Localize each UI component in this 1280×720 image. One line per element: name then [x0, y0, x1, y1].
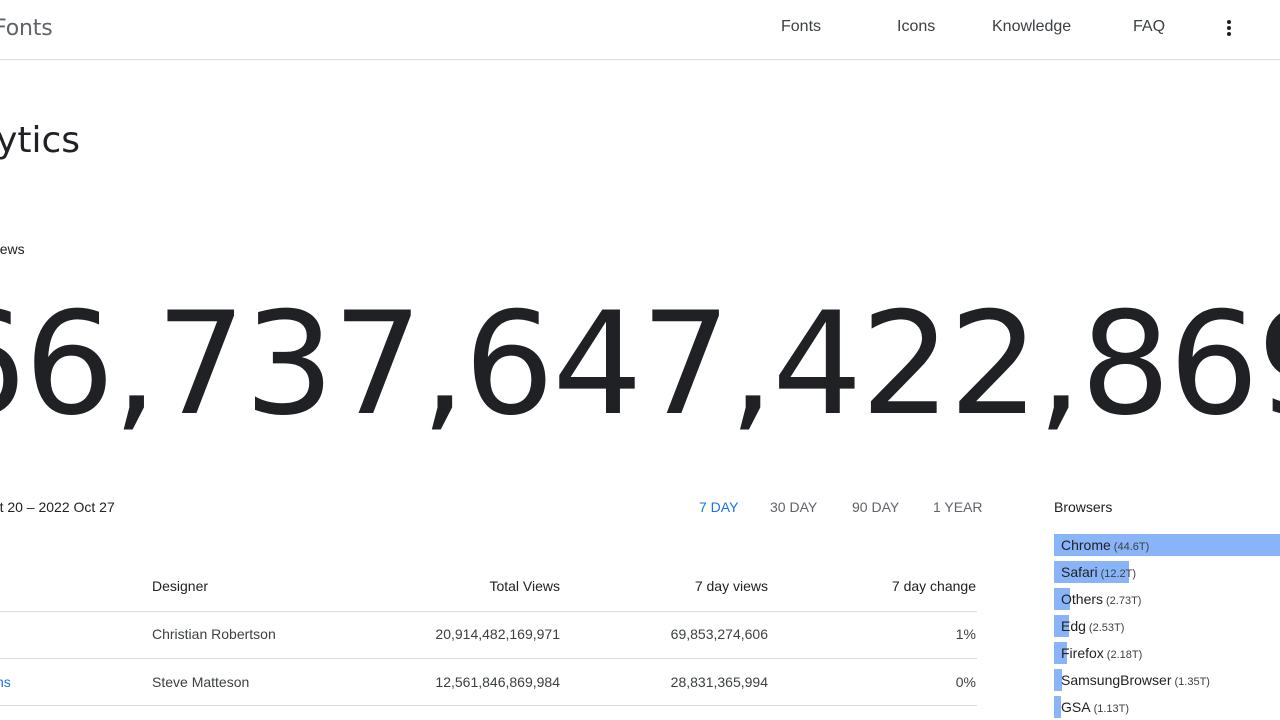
browsers-title: Browsers: [1054, 499, 1113, 515]
browser-row-edge: Edg (2.53T): [1054, 615, 1280, 637]
row-divider: [0, 705, 977, 706]
browser-row-samsung: SamsungBrowser (1.35T): [1054, 669, 1280, 691]
page-title: alytics: [0, 120, 81, 161]
browser-row-safari: Safari (12.2T): [1054, 561, 1280, 583]
total-views-cell: 20,914,482,169,971: [435, 626, 560, 642]
browser-count: (44.6T): [1113, 541, 1150, 553]
7-day-views-cell: 69,853,274,606: [670, 626, 768, 642]
column-header-designer[interactable]: Designer: [152, 578, 208, 594]
browser-name: Chrome: [1061, 537, 1111, 553]
column-header-total-views[interactable]: Total Views: [489, 578, 560, 594]
designer-cell: Steve Matteson: [152, 674, 250, 690]
family-cell[interactable]: ns: [0, 674, 11, 690]
tab-1-year[interactable]: 1 YEAR: [933, 499, 983, 515]
browser-count: (1.13T): [1093, 703, 1130, 715]
7-day-views-cell: 28,831,365,994: [670, 674, 768, 690]
nav-icons[interactable]: Icons: [897, 18, 935, 36]
browser-name: Firefox: [1061, 645, 1104, 661]
browser-count: (2.53T): [1088, 622, 1125, 634]
brand-logo[interactable]: e Fonts: [0, 16, 53, 41]
browser-bar: [1054, 696, 1061, 718]
browser-name: Edg: [1061, 618, 1086, 634]
browser-name: GSA: [1061, 699, 1091, 715]
designer-cell: Christian Robertson: [152, 626, 276, 642]
header-divider: [0, 611, 977, 612]
browser-row-gsa: GSA (1.13T): [1054, 696, 1280, 718]
nav-faq[interactable]: FAQ: [1133, 18, 1165, 36]
analytics-page: e Fonts Fonts Icons Knowledge FAQ alytic…: [0, 0, 1280, 720]
7-day-change-cell: 1%: [955, 626, 976, 642]
browser-count: (12.2T): [1100, 568, 1137, 580]
total-views-counter: 66,737,647,422,869: [0, 282, 1280, 447]
browser-row-firefox: Firefox (2.18T): [1054, 642, 1280, 664]
tab-7-day[interactable]: 7 DAY: [699, 499, 738, 515]
row-divider: [0, 658, 977, 659]
tab-30-day[interactable]: 30 DAY: [770, 499, 817, 515]
column-header-7-day-views[interactable]: 7 day views: [695, 578, 768, 594]
7-day-change-cell: 0%: [955, 674, 976, 690]
browser-row-others: Others (2.73T): [1054, 588, 1280, 610]
browser-count: (1.35T): [1174, 676, 1210, 688]
nav-knowledge[interactable]: Knowledge: [992, 18, 1071, 36]
metric-label: nt Views: [0, 241, 25, 257]
browser-name: Safari: [1061, 564, 1098, 580]
tab-90-day[interactable]: 90 DAY: [852, 499, 899, 515]
more-vert-icon[interactable]: [1219, 16, 1239, 40]
nav-fonts[interactable]: Fonts: [781, 18, 821, 36]
total-views-cell: 12,561,846,869,984: [435, 674, 560, 690]
browser-name: SamsungBrowser: [1061, 672, 1172, 688]
top-app-bar: e Fonts Fonts Icons Knowledge FAQ: [0, 0, 1280, 60]
date-range: 2 Oct 20 – 2022 Oct 27: [0, 499, 115, 515]
browser-name: Others: [1061, 591, 1104, 607]
browser-row-chrome: Chrome (44.6T): [1054, 534, 1280, 556]
browser-count: (2.18T): [1106, 649, 1143, 661]
browser-count: (2.73T): [1106, 595, 1142, 607]
column-header-7-day-change[interactable]: 7 day change: [892, 578, 976, 594]
